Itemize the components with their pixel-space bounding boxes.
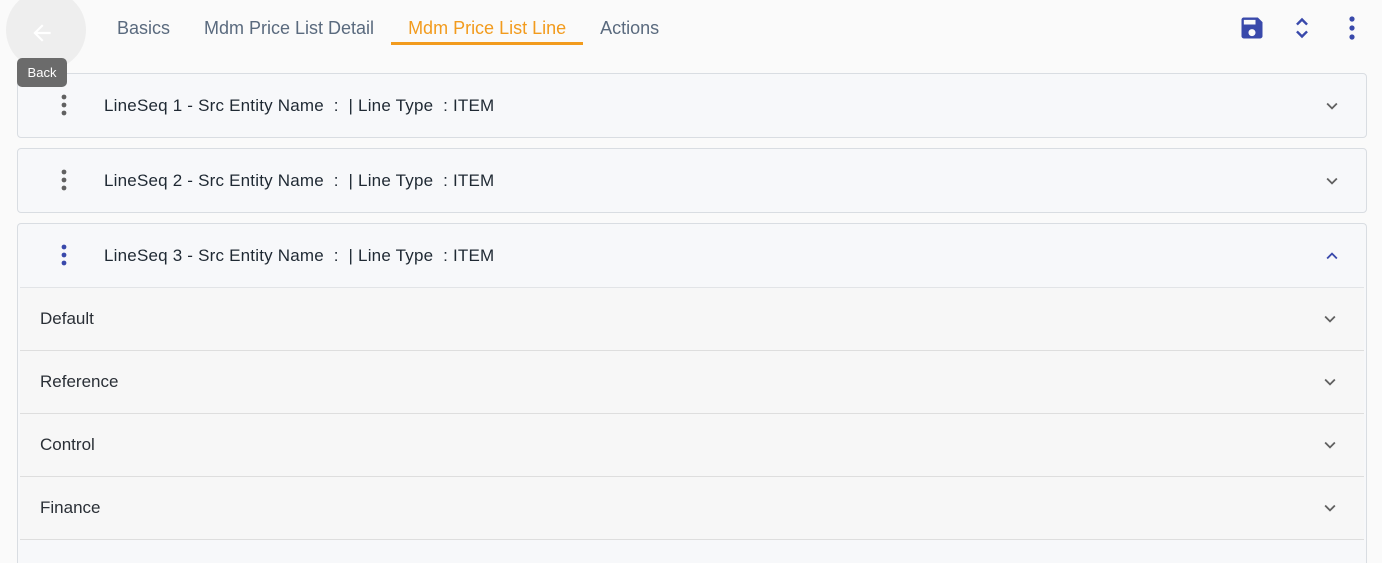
line-menu-button[interactable] (53, 165, 75, 195)
tab-bar: Basics Mdm Price List Detail Mdm Price L… (100, 12, 676, 45)
expand-button[interactable] (1318, 496, 1342, 520)
expand-button[interactable] (1318, 307, 1342, 331)
section-label: Default (40, 309, 94, 328)
chevron-down-icon (1324, 378, 1336, 386)
line-panel-3: LineSeq 3 - Src Entity Name : | Line Typ… (17, 223, 1367, 563)
line-title: LineSeq 3 - Src Entity Name : | Line Typ… (104, 246, 495, 265)
tab-mdm-price-list-line[interactable]: Mdm Price List Line (391, 12, 584, 45)
line-panel-2: LineSeq 2 - Src Entity Name : | Line Typ… (17, 148, 1367, 213)
collapse-button[interactable] (1320, 244, 1344, 268)
section-label: Reference (40, 372, 119, 391)
expand-collapse-icon (1296, 17, 1308, 39)
line-panel-header[interactable]: LineSeq 3 - Src Entity Name : | Line Typ… (18, 224, 1366, 287)
tab-basics[interactable]: Basics (100, 12, 187, 44)
more-vert-icon (1349, 16, 1355, 40)
tab-mdm-price-list-detail[interactable]: Mdm Price List Detail (187, 12, 391, 44)
chevron-up-icon (1326, 252, 1338, 260)
line-panel-header[interactable]: LineSeq 2 - Src Entity Name : | Line Typ… (18, 149, 1366, 212)
section-control[interactable]: Control (20, 414, 1364, 477)
line-panel-1: LineSeq 1 - Src Entity Name : | Line Typ… (17, 73, 1367, 138)
chevron-down-icon (1326, 177, 1338, 185)
section-reference[interactable]: Reference (20, 351, 1364, 414)
section-label: Finance (40, 498, 101, 517)
chevron-down-icon (1324, 441, 1336, 449)
section-list: Default Reference Control Finance (20, 287, 1364, 540)
top-bar: Back Basics Mdm Price List Detail Mdm Pr… (0, 0, 1382, 87)
more-options-button[interactable] (1334, 10, 1370, 46)
expand-button[interactable] (1320, 94, 1344, 118)
expand-button[interactable] (1318, 370, 1342, 394)
more-vert-icon (61, 94, 67, 116)
line-title: LineSeq 1 - Src Entity Name : | Line Typ… (104, 96, 495, 115)
line-title: LineSeq 2 - Src Entity Name : | Line Typ… (104, 171, 495, 190)
expand-button[interactable] (1320, 169, 1344, 193)
section-default[interactable]: Default (20, 288, 1364, 351)
tab-actions[interactable]: Actions (583, 12, 676, 44)
expand-collapse-button[interactable] (1284, 10, 1320, 46)
line-panel-header[interactable]: LineSeq 1 - Src Entity Name : | Line Typ… (18, 74, 1366, 137)
line-menu-button[interactable] (53, 90, 75, 120)
save-icon (1241, 17, 1263, 39)
save-button[interactable] (1234, 10, 1270, 46)
expand-button[interactable] (1318, 433, 1342, 457)
section-finance[interactable]: Finance (20, 477, 1364, 540)
more-vert-icon (61, 244, 67, 266)
more-vert-icon (61, 169, 67, 191)
section-label: Control (40, 435, 95, 454)
chevron-down-icon (1326, 102, 1338, 110)
line-menu-button[interactable] (53, 240, 75, 270)
chevron-down-icon (1324, 504, 1336, 512)
chevron-down-icon (1324, 315, 1336, 323)
arrow-left-icon (33, 24, 51, 42)
back-tooltip: Back (17, 58, 67, 87)
